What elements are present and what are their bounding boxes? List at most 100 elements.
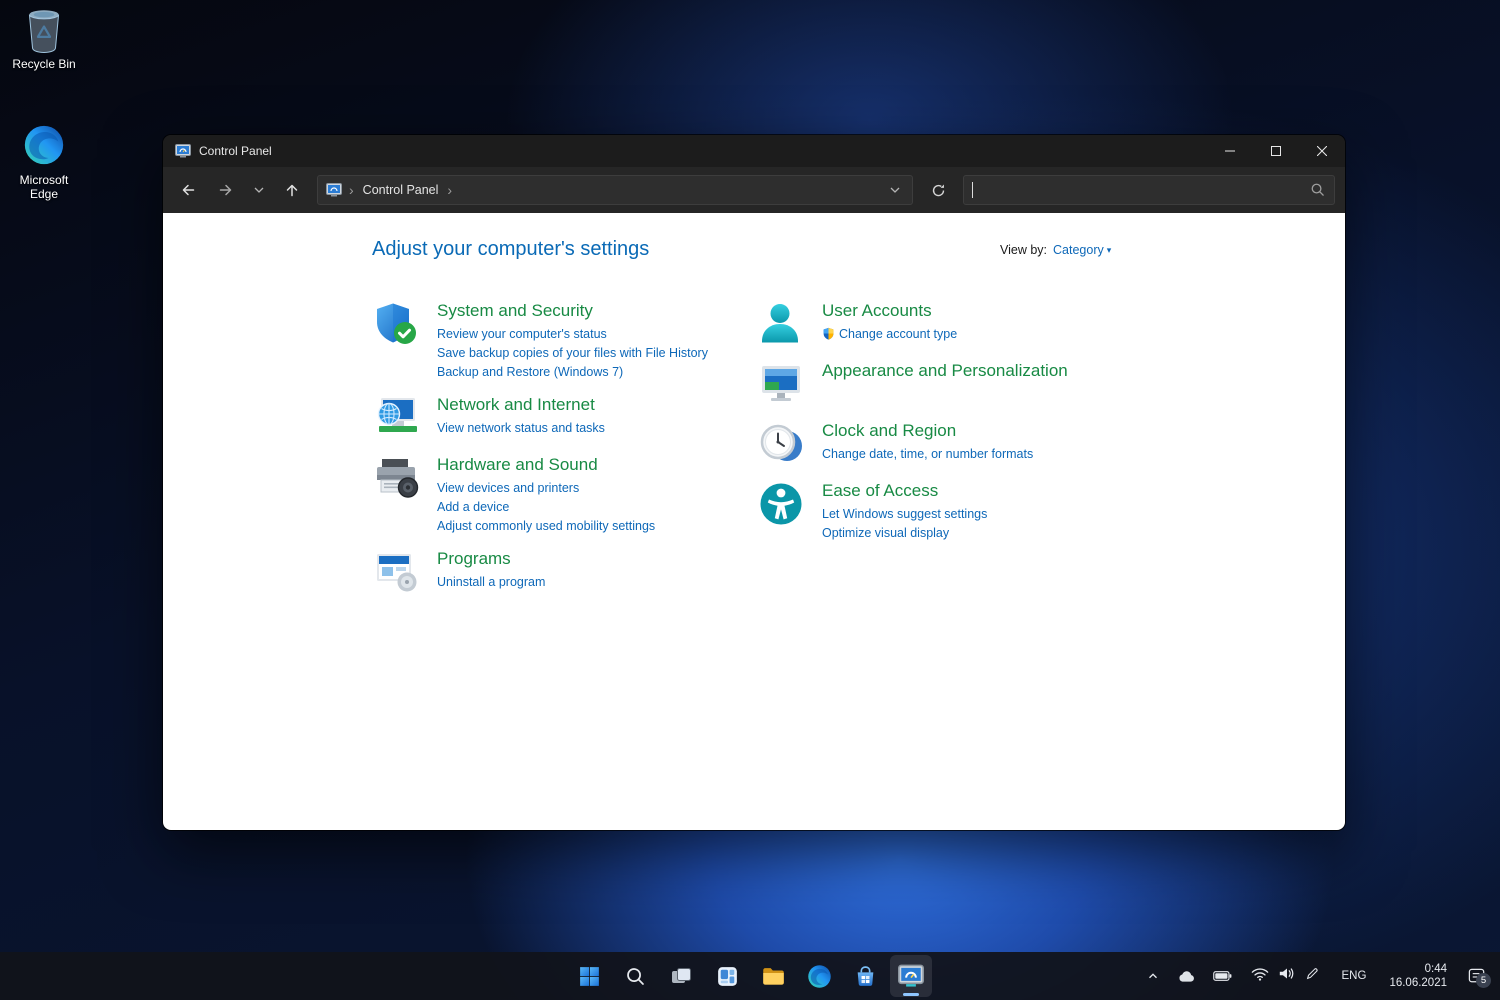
search-icon[interactable] [1310,182,1326,198]
control-panel-icon [898,964,924,987]
control-panel-window: Control Panel › Control Panel › Adjust y… [163,135,1345,830]
desktop-icon-microsoft-edge[interactable]: Microsoft Edge [5,122,83,201]
address-bar[interactable]: › Control Panel › [317,175,913,205]
taskbar-center [568,955,932,997]
caption-buttons [1207,135,1345,167]
recycle-bin-icon [21,6,67,54]
category-hardware-and-sound: Hardware and Sound View devices and prin… [372,454,757,536]
program-window-disc-icon[interactable] [372,548,420,596]
control-panel-icon [326,182,342,198]
category-task-link[interactable]: Save backup copies of your files with Fi… [437,344,708,363]
windows-logo-icon [579,966,599,986]
microsoft-store-icon [857,965,873,986]
category-title-link[interactable]: Hardware and Sound [437,454,598,476]
category-appearance-and-personalization: Appearance and Personalization [757,360,1297,408]
forward-button[interactable] [209,174,243,206]
view-by-label: View by: [1000,243,1048,257]
task-view-button[interactable] [660,955,702,997]
notification-count-badge: 5 [1476,973,1491,988]
search-icon [626,967,644,985]
notification-center-button[interactable]: 5 [1462,961,1492,991]
category-column-right: User Accounts Change account type Appear… [757,300,1297,608]
uac-shield-icon [822,327,835,340]
tray-date: 16.06.2021 [1389,977,1447,989]
category-task-link[interactable]: Uninstall a program [437,573,545,592]
view-by-category-dropdown[interactable]: Category ▾ [1053,243,1111,257]
battery-icon[interactable] [1209,966,1236,986]
microsoft-edge-icon [21,122,67,170]
category-task-link[interactable]: Let Windows suggest settings [822,505,987,524]
breadcrumb-control-panel[interactable]: Control Panel [361,181,441,199]
widgets-icon [717,966,737,986]
category-column-left: System and Security Review your computer… [372,300,757,608]
category-task-link[interactable]: Change date, time, or number formats [822,445,1033,464]
network-globe-monitor-icon[interactable] [372,394,420,442]
wifi-icon [1251,967,1269,986]
page-title: Adjust your computer's settings [372,238,650,260]
start-button[interactable] [568,955,610,997]
category-system-and-security: System and Security Review your computer… [372,300,757,382]
system-tray: ENG 0:44 16.06.2021 5 [1142,952,1492,1000]
personalization-monitor-icon[interactable] [757,360,805,408]
titlebar: Control Panel [163,135,1345,167]
network-volume-pen-group[interactable] [1245,962,1325,990]
printer-camera-icon[interactable] [372,454,420,502]
widgets-button[interactable] [706,955,748,997]
category-task-link[interactable]: View devices and printers [437,479,655,498]
back-button[interactable] [171,174,205,206]
clock-icon[interactable] [757,420,805,468]
control-panel-home: Adjust your computer's settings View by:… [163,213,1345,830]
category-title-link[interactable]: Network and Internet [437,394,595,416]
search-box[interactable] [963,175,1335,205]
close-button[interactable] [1299,135,1345,167]
onedrive-cloud-icon[interactable] [1173,966,1200,987]
category-title-link[interactable]: User Accounts [822,300,932,322]
category-task-link[interactable]: Backup and Restore (Windows 7) [437,363,708,382]
category-task-link-uac[interactable]: Change account type [822,325,957,344]
user-silhouette-icon[interactable] [757,300,805,348]
language-indicator[interactable]: ENG [1334,964,1375,988]
category-task-link[interactable]: Review your computer's status [437,325,708,344]
category-title-link[interactable]: System and Security [437,300,593,322]
system-security-shield-icon[interactable] [372,300,420,348]
control-panel-taskbar-button[interactable] [890,955,932,997]
category-title-link[interactable]: Ease of Access [822,480,938,502]
microsoft-edge-icon [807,964,831,988]
recent-locations-chevron-button[interactable] [247,174,271,206]
maximize-button[interactable] [1253,135,1299,167]
category-title-link[interactable]: Appearance and Personalization [822,360,1068,382]
category-task-link[interactable]: Adjust commonly used mobility settings [437,517,655,536]
toolbar: › Control Panel › [163,167,1345,213]
category-user-accounts: User Accounts Change account type [757,300,1297,348]
breadcrumb-chevron-icon[interactable]: › [342,183,361,197]
view-by: View by: Category ▾ [1000,243,1111,257]
taskbar-search-button[interactable] [614,955,656,997]
tray-time: 0:44 [1424,963,1447,975]
ease-of-access-person-icon[interactable] [757,480,805,528]
window-title: Control Panel [199,144,272,158]
category-task-link[interactable]: Add a device [437,498,655,517]
desktop-icon-recycle-bin[interactable]: Recycle Bin [5,6,83,71]
category-clock-and-region: Clock and Region Change date, time, or n… [757,420,1297,468]
category-ease-of-access: Ease of Access Let Windows suggest setti… [757,480,1297,543]
address-dropdown-button[interactable] [882,177,908,203]
breadcrumb-chevron-icon[interactable]: › [440,183,459,197]
category-title-link[interactable]: Programs [437,548,511,570]
category-task-link[interactable]: Optimize visual display [822,524,987,543]
refresh-button[interactable] [921,174,955,206]
control-panel-icon [175,143,191,159]
category-task-link[interactable]: View network status and tasks [437,419,605,438]
microsoft-edge-button[interactable] [798,955,840,997]
category-title-link[interactable]: Clock and Region [822,420,956,442]
hidden-icons-chevron-icon[interactable] [1142,965,1164,987]
up-button[interactable] [275,174,309,206]
minimize-button[interactable] [1207,135,1253,167]
file-explorer-button[interactable] [752,955,794,997]
search-input[interactable] [973,183,1310,197]
file-explorer-folder-icon [763,968,784,985]
microsoft-store-button[interactable] [844,955,886,997]
desktop-icon-label: Microsoft Edge [19,173,69,201]
clock-date-button[interactable]: 0:44 16.06.2021 [1383,959,1453,993]
task-view-icon [672,968,691,983]
volume-icon [1278,966,1296,986]
